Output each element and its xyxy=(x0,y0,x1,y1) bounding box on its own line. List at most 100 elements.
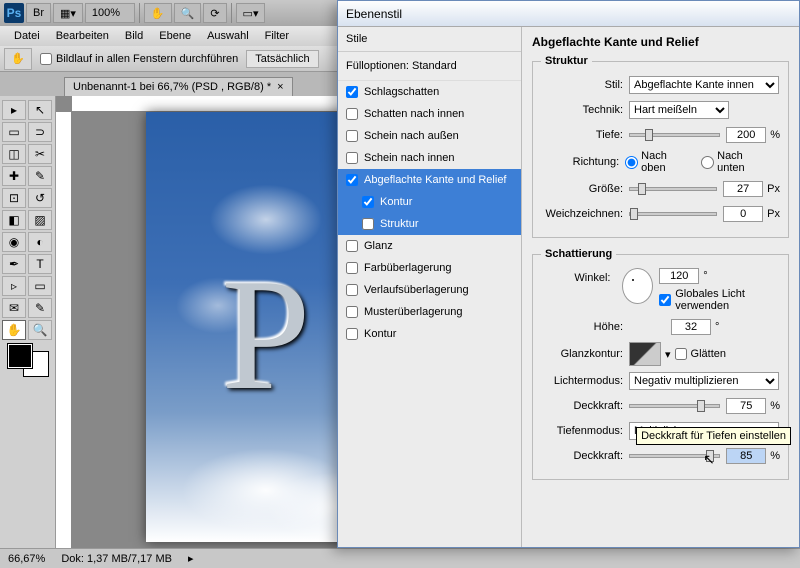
tiefe-slider[interactable] xyxy=(629,133,720,137)
style-checkbox[interactable] xyxy=(346,262,358,274)
eraser-tool[interactable]: ◧ xyxy=(2,210,26,230)
zoom-tool[interactable]: 🔍 xyxy=(28,320,52,340)
scroll-all-checkbox[interactable]: Bildlauf in allen Fenstern durchführen xyxy=(40,53,238,65)
style-item[interactable]: Abgeflachte Kante und Relief xyxy=(338,169,521,191)
styles-heading: Stile xyxy=(338,27,521,52)
menu-item[interactable]: Bild xyxy=(119,28,149,44)
style-item[interactable]: Musterüberlagerung xyxy=(338,301,521,323)
blur-tool[interactable]: ◉ xyxy=(2,232,26,252)
type-tool[interactable]: T xyxy=(28,254,52,274)
menu-item[interactable]: Filter xyxy=(259,28,295,44)
style-item[interactable]: Farbüberlagerung xyxy=(338,257,521,279)
notes-tool[interactable]: ✉ xyxy=(2,298,26,318)
style-checkbox[interactable] xyxy=(362,196,374,208)
style-item[interactable]: Schein nach außen xyxy=(338,125,521,147)
pen-tool[interactable]: ✒ xyxy=(2,254,26,274)
lichtermodus-label: Lichtermodus: xyxy=(541,375,629,387)
style-checkbox[interactable] xyxy=(346,328,358,340)
style-item[interactable]: Struktur xyxy=(338,213,521,235)
bridge-button[interactable]: Br xyxy=(26,3,51,23)
marquee-tool[interactable]: ▭ xyxy=(2,122,26,142)
winkel-input[interactable] xyxy=(659,268,699,284)
stil-select[interactable]: Abgeflachte Kante innen xyxy=(629,76,779,94)
shape-tool[interactable]: ▭ xyxy=(28,276,52,296)
global-light-checkbox[interactable]: Globales Licht verwenden xyxy=(659,288,780,312)
zoom-icon[interactable]: 🔍 xyxy=(174,3,202,23)
hand-icon[interactable]: ✋ xyxy=(144,3,172,23)
stamp-tool[interactable]: ⊡ xyxy=(2,188,26,208)
hoehe-input[interactable] xyxy=(671,319,711,335)
style-item[interactable]: Kontur xyxy=(338,323,521,345)
arrow-tool[interactable]: ↖ xyxy=(28,100,52,120)
deckkraft1-input[interactable] xyxy=(726,398,766,414)
deckkraft2-input[interactable] xyxy=(726,448,766,464)
style-item[interactable]: Schatten nach innen xyxy=(338,103,521,125)
hand-tool[interactable]: ✋ xyxy=(2,320,26,340)
technik-select[interactable]: Hart meißeln xyxy=(629,101,729,119)
groesse-slider[interactable] xyxy=(629,187,717,191)
menu-item[interactable]: Ebene xyxy=(153,28,197,44)
color-swatch[interactable] xyxy=(8,344,48,376)
unit: % xyxy=(770,450,780,462)
zoom-combo[interactable]: 100% xyxy=(85,3,135,23)
style-label: Schein nach außen xyxy=(364,130,459,142)
healing-tool[interactable]: ✚ xyxy=(2,166,26,186)
style-checkbox[interactable] xyxy=(346,130,358,142)
path-tool[interactable]: ▹ xyxy=(2,276,26,296)
history-brush-tool[interactable]: ↺ xyxy=(28,188,52,208)
weich-input[interactable] xyxy=(723,206,763,222)
deckkraft2-slider[interactable]: ↖ xyxy=(629,454,720,458)
style-checkbox[interactable] xyxy=(362,218,374,230)
actual-pixels-button[interactable]: Tatsächlich xyxy=(246,50,318,68)
deckkraft1-slider[interactable] xyxy=(629,404,720,408)
close-icon[interactable]: × xyxy=(277,81,283,93)
status-zoom[interactable]: 66,67% xyxy=(8,553,45,565)
dialog-title-bar[interactable]: Ebenenstil xyxy=(338,1,799,27)
style-checkbox[interactable] xyxy=(346,284,358,296)
tiefe-input[interactable] xyxy=(726,127,766,143)
gradient-tool[interactable]: ▨ xyxy=(28,210,52,230)
angle-widget[interactable] xyxy=(622,268,653,304)
style-item[interactable]: Schein nach innen xyxy=(338,147,521,169)
style-item[interactable]: Verlaufsüberlagerung xyxy=(338,279,521,301)
style-checkbox[interactable] xyxy=(346,108,358,120)
slice-tool[interactable]: ✂ xyxy=(28,144,52,164)
lichtermodus-select[interactable]: Negativ multiplizieren xyxy=(629,372,779,390)
move-tool[interactable]: ▸ xyxy=(2,100,26,120)
style-checkbox[interactable] xyxy=(346,152,358,164)
crop-tool[interactable]: ◫ xyxy=(2,144,26,164)
glaetten-checkbox[interactable]: Glätten xyxy=(675,348,726,360)
weich-slider[interactable] xyxy=(629,212,717,216)
style-checkbox[interactable] xyxy=(346,306,358,318)
menu-item[interactable]: Auswahl xyxy=(201,28,255,44)
fill-options-item[interactable]: Fülloptionen: Standard xyxy=(338,52,521,81)
style-item[interactable]: Schlagschatten xyxy=(338,81,521,103)
arrange-button[interactable]: ▭▾ xyxy=(236,3,266,23)
chevron-right-icon[interactable]: ▸ xyxy=(188,552,194,565)
style-label: Kontur xyxy=(364,328,396,340)
document-tab-label: Unbenannt-1 bei 66,7% (PSD , RGB/8) * xyxy=(73,81,271,93)
lasso-tool[interactable]: ⊃ xyxy=(28,122,52,142)
glanzkontur-label: Glanzkontur: xyxy=(541,348,629,360)
style-label: Struktur xyxy=(380,218,419,230)
style-checkbox[interactable] xyxy=(346,86,358,98)
style-label: Musterüberlagerung xyxy=(364,306,462,318)
rotate-icon[interactable]: ⟳ xyxy=(203,3,226,23)
document-tab[interactable]: Unbenannt-1 bei 66,7% (PSD , RGB/8) * × xyxy=(64,77,293,96)
menu-item[interactable]: Bearbeiten xyxy=(50,28,115,44)
brush-tool[interactable]: ✎ xyxy=(28,166,52,186)
richtung-up-radio[interactable]: Nach oben xyxy=(625,150,691,174)
style-item[interactable]: Glanz xyxy=(338,235,521,257)
style-checkbox[interactable] xyxy=(346,240,358,252)
style-checkbox[interactable] xyxy=(346,174,358,186)
menu-item[interactable]: Datei xyxy=(8,28,46,44)
style-item[interactable]: Kontur xyxy=(338,191,521,213)
dodge-tool[interactable]: ◐ xyxy=(28,232,52,252)
gloss-contour-picker[interactable] xyxy=(629,342,661,366)
richtung-down-radio[interactable]: Nach unten xyxy=(701,150,770,174)
chevron-down-icon[interactable]: ▾ xyxy=(665,348,671,361)
current-tool-hand-icon[interactable]: ✋ xyxy=(4,48,32,70)
screen-mode-button[interactable]: ▦▾ xyxy=(53,3,83,23)
groesse-input[interactable] xyxy=(723,181,763,197)
eyedropper-tool[interactable]: ✎ xyxy=(28,298,52,318)
